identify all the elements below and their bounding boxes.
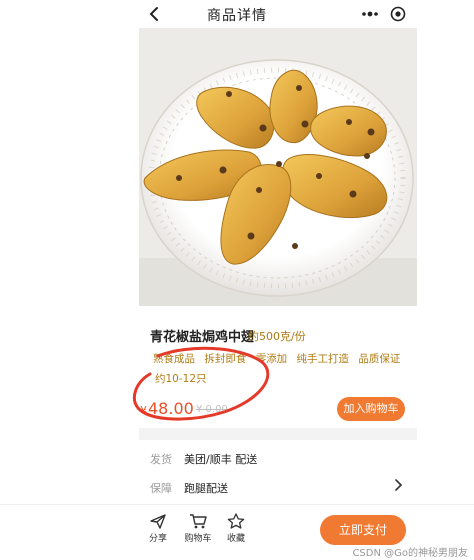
mini-program-capsule xyxy=(352,3,416,25)
cart-nav-button[interactable]: 购物车 xyxy=(178,513,218,544)
product-image[interactable] xyxy=(139,28,417,306)
add-to-cart-button[interactable]: 加入购物车 xyxy=(337,397,405,421)
star-icon xyxy=(227,513,245,529)
delivery-label: 发货 xyxy=(150,453,172,466)
tag-item: 拆封即食 xyxy=(204,353,247,365)
price-original: ¥ 0.00 xyxy=(196,404,228,415)
favorite-button[interactable]: 收藏 xyxy=(216,513,256,544)
share-label: 分享 xyxy=(148,534,167,544)
tag-item: 纯手工打造 xyxy=(296,353,350,365)
cart-icon xyxy=(190,514,207,529)
tag-item: 零添加 xyxy=(255,353,288,365)
count-label: 约10-12只 xyxy=(155,373,207,385)
watermark: CSDN @Go的神秘男朋友 xyxy=(352,548,468,559)
food-photo xyxy=(139,28,417,306)
target-icon[interactable] xyxy=(390,6,406,22)
more-dots-icon[interactable] xyxy=(360,7,380,21)
share-button[interactable]: 分享 xyxy=(138,513,178,544)
tag-item: 品质保证 xyxy=(358,353,401,365)
product-title: 青花椒盐焗鸡中翅 xyxy=(150,330,255,345)
currency-symbol: ¥ xyxy=(140,404,147,417)
buy-now-button[interactable]: 立即支付 xyxy=(320,515,406,545)
guarantee-label: 保障 xyxy=(150,482,172,495)
product-spec: 约500克/份 xyxy=(248,330,306,343)
price-value: 48.00 xyxy=(148,399,194,418)
price: ¥48.00 xyxy=(140,399,194,418)
cart-label: 购物车 xyxy=(184,534,212,544)
tag-item: 熟食成品 xyxy=(153,353,195,365)
chevron-right-icon[interactable] xyxy=(393,478,403,492)
delivery-value: 美团/顺丰 配送 xyxy=(184,453,258,466)
share-icon xyxy=(150,514,166,529)
guarantee-value[interactable]: 跑腿配送 xyxy=(184,480,228,496)
tag-row: 熟食成品 拆封即食 零添加 纯手工打造 品质保证 xyxy=(153,351,406,366)
favorite-label: 收藏 xyxy=(226,534,245,544)
navbar: 商品详情 xyxy=(0,0,474,30)
section-divider xyxy=(139,428,417,440)
